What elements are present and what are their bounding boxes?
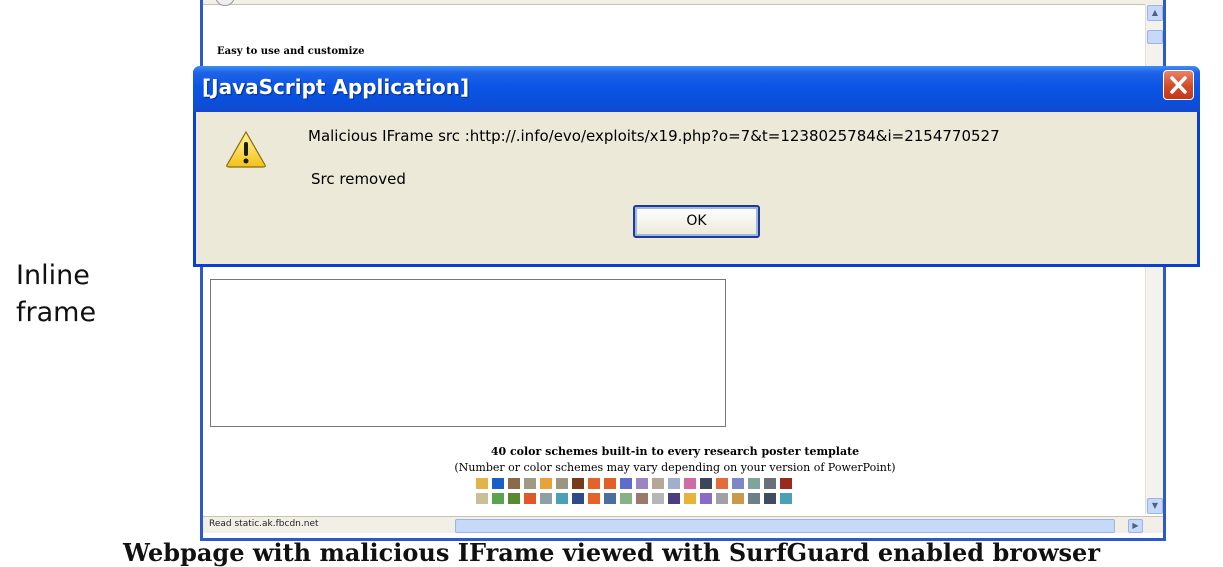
color-swatch: [524, 493, 536, 504]
color-swatch: [508, 478, 520, 489]
color-swatch: [636, 478, 648, 489]
dialog-title-bar[interactable]: [JavaScript Application]: [193, 66, 1200, 112]
color-swatch: [636, 493, 648, 504]
color-swatch: [588, 478, 600, 489]
ok-button[interactable]: OK: [633, 205, 760, 238]
status-text: Read static.ak.fbcdn.net: [209, 519, 319, 529]
inline-frame: [210, 279, 726, 427]
alert-message-secondary: Src removed: [311, 170, 406, 188]
color-swatch: [572, 493, 584, 504]
toolbar-button-icon[interactable]: [215, 0, 235, 6]
close-button[interactable]: [1163, 70, 1194, 100]
scroll-up-icon[interactable]: ▲: [1147, 5, 1163, 21]
color-swatch: [652, 493, 664, 504]
color-swatch: [476, 493, 488, 504]
scroll-right-icon[interactable]: ▶: [1128, 519, 1143, 533]
scroll-thumb[interactable]: [1147, 30, 1163, 44]
color-swatch: [716, 493, 728, 504]
color-swatch: [716, 478, 728, 489]
browser-toolbar: [203, 0, 1163, 6]
color-swatch: [588, 493, 600, 504]
javascript-alert-dialog: [JavaScript Application] Malicious IFram…: [193, 66, 1200, 267]
content-heading: Easy to use and customize: [217, 46, 365, 57]
color-swatch: [684, 478, 696, 489]
color-swatch: [748, 493, 760, 504]
color-swatch: [524, 478, 536, 489]
color-swatch: [668, 478, 680, 489]
swatch-row: [476, 478, 792, 489]
status-bar: Read static.ak.fbcdn.net ▶: [203, 516, 1163, 533]
color-swatch: [540, 493, 552, 504]
side-label-line-2: frame: [16, 297, 97, 328]
color-swatch: [492, 493, 504, 504]
horizontal-scrollbar[interactable]: [455, 519, 1115, 533]
color-swatch: [652, 478, 664, 489]
color-swatch: [668, 493, 680, 504]
color-swatch: [764, 478, 776, 489]
scroll-down-icon[interactable]: ▼: [1147, 498, 1163, 514]
scheme-subtitle: (Number or color schemes may vary depend…: [454, 461, 896, 474]
color-swatch: [684, 493, 696, 504]
color-swatch: [732, 493, 744, 504]
close-icon: [1170, 76, 1187, 94]
color-swatch: [476, 478, 488, 489]
color-swatch: [780, 493, 792, 504]
color-swatch: [780, 478, 792, 489]
color-swatch: [540, 478, 552, 489]
color-swatch: [748, 478, 760, 489]
side-label-line-1: Inline: [16, 260, 90, 291]
color-swatch: [700, 478, 712, 489]
color-swatch: [700, 493, 712, 504]
color-swatch: [556, 493, 568, 504]
color-swatch: [492, 478, 504, 489]
alert-message: Malicious IFrame src :http://.info/evo/e…: [308, 127, 1000, 145]
inline-frame-label: Inline frame: [16, 257, 96, 331]
color-swatch: [620, 478, 632, 489]
swatch-row: [476, 493, 792, 504]
color-swatch: [572, 478, 584, 489]
color-swatch: [620, 493, 632, 504]
scheme-title: 40 color schemes built-in to every resea…: [490, 445, 860, 458]
color-swatch: [604, 478, 616, 489]
dialog-title: [JavaScript Application]: [202, 75, 470, 99]
color-swatch: [556, 478, 568, 489]
color-swatch: [764, 493, 776, 504]
color-swatch: [732, 478, 744, 489]
color-swatch: [604, 493, 616, 504]
warning-icon: [226, 130, 266, 168]
color-swatch: [508, 493, 520, 504]
